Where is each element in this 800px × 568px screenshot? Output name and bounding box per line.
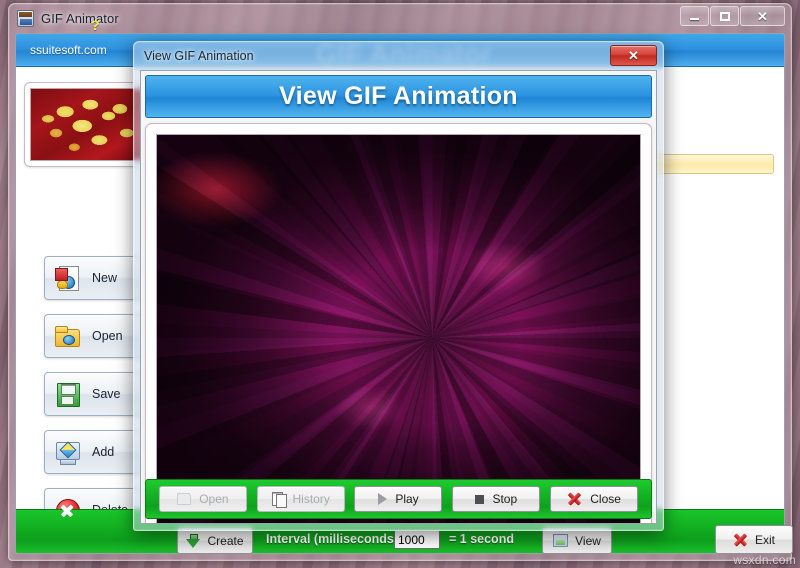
main-window-controls: ✕ <box>680 6 785 26</box>
dialog-title: View GIF Animation <box>144 49 254 63</box>
view-gif-animation-dialog: View GIF Animation ✕ View GIF Animation … <box>133 41 664 531</box>
dialog-stop-button[interactable]: Stop <box>452 486 541 512</box>
open-folder-icon <box>54 323 80 349</box>
dialog-client: View GIF Animation Open History Play Sto… <box>140 70 657 524</box>
watermark: wsxdn.com <box>733 553 796 567</box>
dialog-open-label: Open <box>199 492 229 506</box>
gif-animator-icon <box>17 10 34 27</box>
close-icon: ✕ <box>757 8 768 24</box>
dialog-open-button[interactable]: Open <box>158 486 247 512</box>
red-x-icon <box>567 492 582 506</box>
brand-label: ssuitesoft.com <box>30 43 107 57</box>
main-window-titlebar[interactable]: GIF Animator <box>9 4 791 33</box>
open-folder-icon <box>177 493 192 505</box>
dialog-close-label: Close <box>590 492 621 506</box>
view-monitor-icon <box>553 534 569 547</box>
history-pages-icon <box>271 492 287 508</box>
red-x-icon <box>733 533 748 547</box>
dialog-history-label: History <box>292 492 330 506</box>
interval-input[interactable]: 1000 <box>394 530 440 549</box>
preview-shading-overlay <box>157 135 640 523</box>
dialog-history-button[interactable]: History <box>256 486 345 512</box>
desktop-background: GIF Animator ✕ ssuitesoft.com GIF Animat… <box>0 0 800 568</box>
close-icon: ✕ <box>628 47 639 63</box>
sidebar-item-label: Add <box>92 445 115 459</box>
sidebar-item-label: Open <box>92 329 123 343</box>
animation-preview-image <box>156 134 641 523</box>
preview-frame <box>145 123 652 523</box>
minimize-button[interactable] <box>680 6 709 26</box>
dialog-stop-label: Stop <box>492 492 518 506</box>
thumbnail-image <box>30 88 146 161</box>
interval-equivalent-text: = 1 second <box>449 532 514 546</box>
sidebar-item-label: New <box>92 271 118 285</box>
dialog-close-button[interactable]: ✕ <box>610 45 657 66</box>
dialog-play-label: Play <box>395 492 419 506</box>
dialog-header-banner: View GIF Animation <box>145 75 652 118</box>
floppy-save-icon <box>54 381 80 407</box>
close-button[interactable]: ✕ <box>740 6 785 26</box>
exit-button-label: Exit <box>754 532 775 547</box>
create-button-label: Create <box>207 533 244 548</box>
add-monitor-icon <box>54 439 80 465</box>
dialog-play-button[interactable]: Play <box>354 486 443 512</box>
dialog-button-bar: Open History Play Stop Close <box>145 479 652 519</box>
exit-button[interactable]: Exit <box>715 525 793 554</box>
maximize-button[interactable] <box>710 6 739 26</box>
help-button[interactable]: ? <box>91 17 100 33</box>
dialog-close-action-button[interactable]: Close <box>550 486 639 512</box>
create-button[interactable]: Create <box>177 527 253 554</box>
new-image-icon <box>54 265 80 291</box>
view-button-label: View <box>575 533 601 548</box>
view-button[interactable]: View <box>542 527 612 554</box>
stop-square-icon <box>475 494 485 504</box>
dialog-titlebar[interactable]: View GIF Animation <box>134 42 663 70</box>
minimize-icon <box>690 18 699 20</box>
interval-label: Interval (milliseconds) <box>266 532 398 546</box>
dialog-heading: View GIF Animation <box>279 82 518 110</box>
maximize-icon <box>719 11 730 21</box>
main-window-title: GIF Animator <box>41 11 119 26</box>
sidebar-item-label: Save <box>92 387 121 401</box>
create-download-icon <box>186 533 201 548</box>
play-triangle-icon <box>378 493 388 505</box>
